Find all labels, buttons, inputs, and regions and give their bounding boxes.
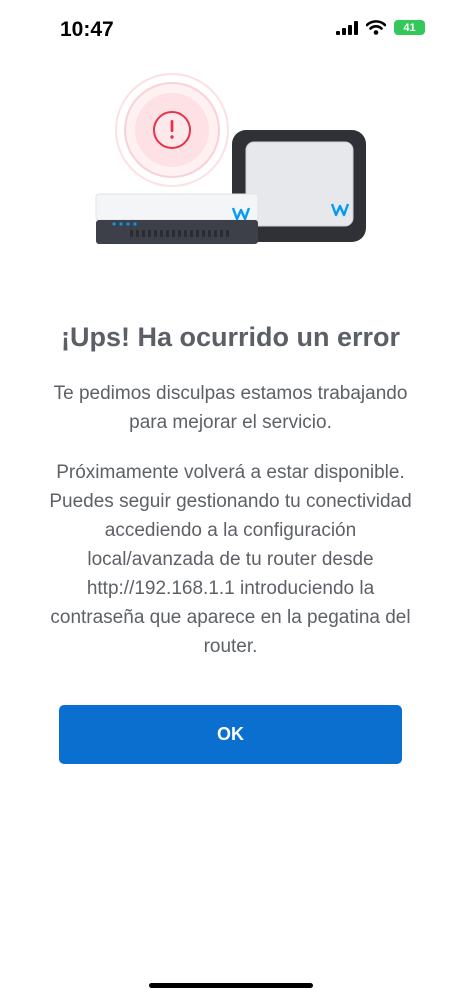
battery-level: 41 [403, 21, 416, 34]
status-bar: 10:47 41 [0, 0, 461, 60]
error-title: ¡Ups! Ha ocurrido un error [60, 322, 401, 352]
wifi-icon [366, 20, 386, 35]
error-pulse-icon [115, 73, 229, 187]
router-error-illustration [95, 73, 366, 244]
home-indicator [149, 983, 313, 988]
error-message: Te pedimos disculpas estamos trabajando … [53, 383, 408, 433]
small-router [95, 193, 259, 244]
error-details: Próximamente volverá a estar disponible.… [49, 462, 412, 657]
status-icons: 41 [336, 20, 425, 35]
battery-icon: 41 [394, 20, 425, 35]
status-time: 10:47 [60, 18, 114, 41]
ok-button[interactable]: OK [59, 705, 402, 764]
cellular-signal-icon [336, 20, 358, 35]
